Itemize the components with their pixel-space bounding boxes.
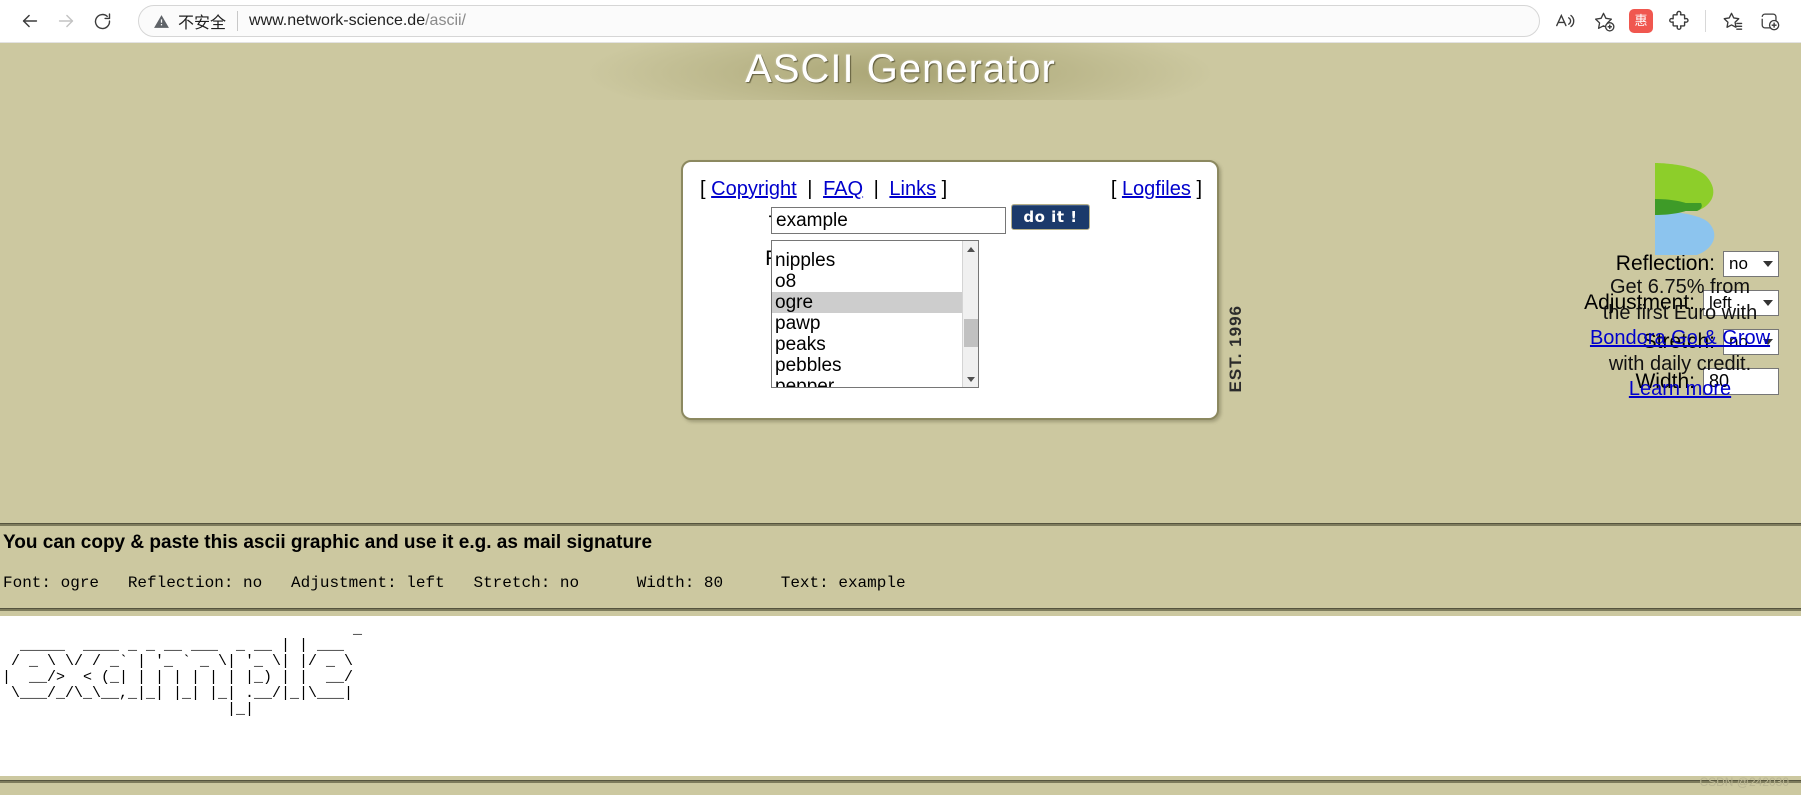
divider-middle: [0, 608, 1801, 611]
extension-badge-icon[interactable]: 惠: [1622, 3, 1660, 39]
ad-link-bondora[interactable]: Bondora Go & Grow: [1570, 326, 1790, 352]
font-option-pepper[interactable]: pepper: [772, 376, 962, 387]
parameters-summary: Font: ogre Reflection: no Adjustment: le…: [3, 574, 906, 592]
site-title-banner: ASCII Generator: [0, 43, 1801, 100]
nav-sep-1: |: [807, 178, 813, 200]
bondora-ad[interactable]: Get 6.75% from the first Euro with Bondo…: [1570, 155, 1790, 403]
bondora-logo-icon: [1570, 155, 1790, 265]
nav-sep-2: |: [873, 178, 879, 200]
not-secure-warning-icon: [153, 13, 170, 30]
font-listbox[interactable]: nipples o8 ogre pawp peaks pebbles peppe…: [771, 240, 979, 388]
est-1996-label: EST. 1996: [1226, 305, 1245, 393]
extension-badge-glyph: 惠: [1629, 9, 1653, 33]
ad-line-2: the first Euro with: [1602, 301, 1758, 324]
bracket-close: ]: [941, 178, 948, 200]
url-host: www.network-science.de: [249, 12, 426, 29]
link-copyright[interactable]: Copyright: [711, 178, 797, 200]
ascii-art-text: _ _____ ____ _ _ __ ___ _ __ | | ___ / _…: [2, 621, 363, 718]
link-logfiles[interactable]: Logfiles: [1122, 178, 1191, 200]
security-status-text: 不安全: [178, 15, 227, 32]
font-option-peaks[interactable]: peaks: [772, 334, 962, 355]
ascii-generator-form: [ Copyright | FAQ | Links ] [ Logfiles ]…: [681, 160, 1219, 420]
browser-toolbar: 不安全 www.network-science.de/ascii/ 惠: [0, 0, 1801, 43]
nav-links: [ Copyright | FAQ | Links ]: [700, 178, 947, 201]
reload-button[interactable]: [84, 3, 120, 39]
toolbar-divider: [1705, 10, 1706, 32]
add-favorite-icon[interactable]: [1584, 3, 1622, 39]
logfiles-bracket-close: ]: [1196, 178, 1202, 200]
scroll-up-arrow-icon[interactable]: [963, 241, 978, 257]
font-option-ogre[interactable]: ogre: [772, 292, 962, 313]
link-links[interactable]: Links: [889, 178, 936, 200]
copy-paste-note: You can copy & paste this ascii graphic …: [3, 532, 653, 553]
font-option-pebbles[interactable]: pebbles: [772, 355, 962, 376]
font-option-nipples[interactable]: nipples: [772, 250, 962, 271]
url-path: /ascii/: [425, 12, 466, 29]
page-content: ASCII Generator [ Copyright | FAQ | Link…: [0, 43, 1801, 795]
favorites-icon[interactable]: [1713, 3, 1751, 39]
forward-button[interactable]: [48, 3, 84, 39]
bracket-open: [: [700, 178, 706, 200]
scroll-down-arrow-icon[interactable]: [963, 371, 978, 387]
font-list-scroll-strip: nipples o8 ogre pawp peaks pebbles peppe…: [772, 241, 962, 387]
bondora-ad-text: Get 6.75% from the first Euro with Bondo…: [1570, 275, 1790, 403]
scrollbar-thumb[interactable]: [964, 319, 978, 347]
url-text: www.network-science.de/ascii/: [249, 12, 466, 30]
do-it-button[interactable]: do it !: [1011, 204, 1090, 230]
font-list-scrollbar[interactable]: [962, 241, 978, 387]
ad-line-1: Get 6.75% from: [1609, 276, 1751, 298]
font-option-o8[interactable]: o8: [772, 271, 962, 292]
font-option-pawp[interactable]: pawp: [772, 313, 962, 334]
ad-link-learn-more[interactable]: Learn more: [1570, 377, 1790, 403]
back-button[interactable]: [12, 3, 48, 39]
address-bar[interactable]: 不安全 www.network-science.de/ascii/: [138, 5, 1540, 37]
ad-line-3: with daily credit.: [1608, 352, 1752, 375]
logfiles-group: [ Logfiles ]: [1111, 178, 1202, 201]
omnibox-divider: [237, 11, 239, 31]
collections-icon[interactable]: [1751, 3, 1789, 39]
logfiles-bracket-open: [: [1110, 178, 1117, 200]
font-option-partial[interactable]: [772, 241, 962, 250]
text-input[interactable]: [771, 207, 1006, 234]
link-faq[interactable]: FAQ: [823, 178, 863, 200]
page-title: ASCII Generator: [745, 47, 1056, 91]
ascii-art-output[interactable]: _ _____ ____ _ _ __ ___ _ __ | | ___ / _…: [0, 616, 1801, 776]
read-aloud-icon[interactable]: [1546, 3, 1584, 39]
divider-bottom: [0, 780, 1801, 783]
watermark: CSDN @242030: [1699, 775, 1789, 789]
divider-top: [0, 523, 1801, 526]
font-list-items[interactable]: nipples o8 ogre pawp peaks pebbles peppe…: [772, 241, 962, 387]
extensions-icon[interactable]: [1660, 3, 1698, 39]
